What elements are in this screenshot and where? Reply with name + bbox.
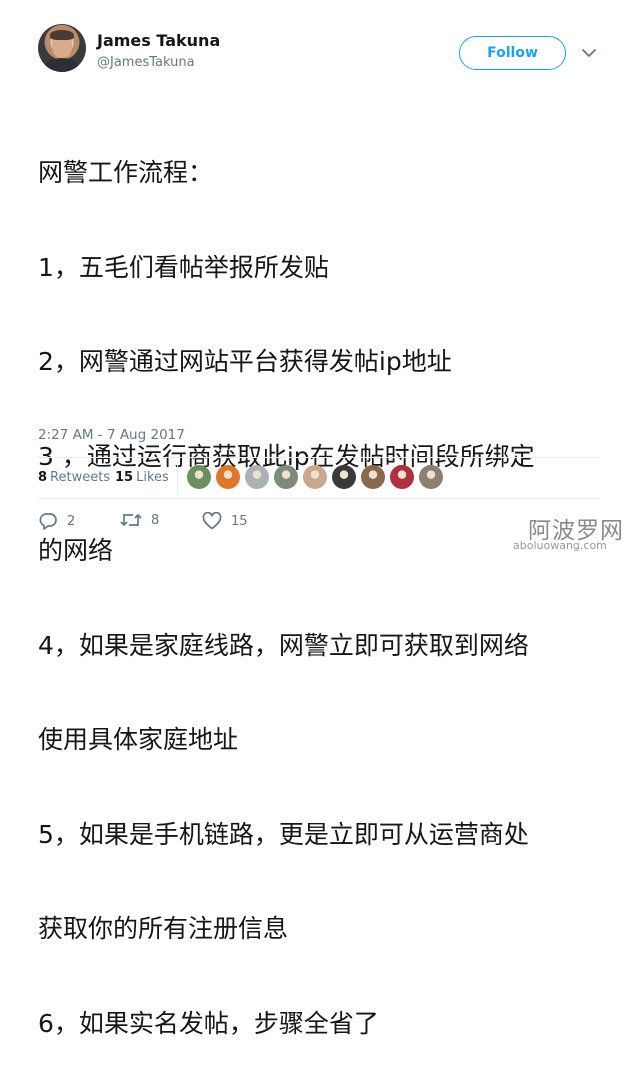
author-name[interactable]: James Takuna (97, 31, 220, 50)
reply-button[interactable]: 2 (38, 512, 75, 530)
liker-avatar[interactable] (274, 465, 298, 489)
retweets-count: 8 (38, 470, 48, 485)
retweets-label: Retweets (50, 470, 111, 485)
heart-icon (202, 512, 222, 530)
watermark-url: aboluowang.com (513, 539, 607, 552)
tweet-timestamp[interactable]: 2:27 AM - 7 Aug 2017 (38, 427, 185, 443)
reply-icon (39, 513, 57, 530)
divider (38, 457, 600, 458)
follow-button[interactable]: Follow (459, 36, 566, 70)
tweet-line: 5，如果是手机链路，更是立即可从运营商处 (38, 819, 529, 849)
liker-avatar[interactable] (390, 465, 414, 489)
tweet-line: 使用具体家庭地址 (38, 725, 239, 754)
liker-avatar[interactable] (187, 465, 211, 489)
liker-avatar[interactable] (332, 465, 356, 489)
retweet-icon (120, 514, 142, 526)
tweet-line: 6，如果实名发帖，步骤全省了 (38, 1008, 379, 1038)
tweet-text: 网警工作流程： 1，五毛们看帖举报所发贴 2，网警通过网站平台获得发帖ip地址 … (38, 94, 598, 1071)
liker-avatar[interactable] (245, 465, 269, 489)
author-handle[interactable]: @JamesTakuna (97, 55, 195, 70)
tweet-actions: 2 8 15 (38, 512, 338, 538)
liker-avatar[interactable] (216, 465, 240, 489)
tweet-line: 4，如果是家庭线路，网警立即可获取到网络 (38, 630, 529, 660)
likes-stat[interactable]: 15 Likes (115, 470, 169, 485)
liker-avatar[interactable] (303, 465, 327, 489)
tweet-header: James Takuna @JamesTakuna Follow (0, 0, 635, 90)
tweet-line: 1，五毛们看帖举报所发贴 (38, 252, 329, 282)
tweet-stats: 8 Retweets 15 Likes (38, 459, 600, 497)
tweet-line: 网警工作流程： (38, 158, 214, 187)
like-button[interactable]: 15 (202, 512, 248, 530)
liker-avatar[interactable] (419, 465, 443, 489)
like-count: 15 (231, 513, 248, 529)
likes-count: 15 (115, 470, 134, 485)
liker-avatar[interactable] (361, 465, 385, 489)
retweet-count: 8 (151, 512, 160, 528)
chevron-down-icon[interactable] (580, 44, 598, 62)
divider (38, 498, 600, 499)
tweet-line: 2，网警通过网站平台获得发帖ip地址 (38, 347, 452, 376)
avatar[interactable] (38, 24, 86, 72)
reply-count: 2 (67, 513, 76, 529)
tweet-line: 获取你的所有注册信息 (38, 914, 289, 943)
stats-separator (177, 461, 178, 495)
retweet-button[interactable]: 8 (120, 512, 159, 528)
likes-label: Likes (136, 470, 169, 485)
retweets-stat[interactable]: 8 Retweets (38, 470, 110, 485)
